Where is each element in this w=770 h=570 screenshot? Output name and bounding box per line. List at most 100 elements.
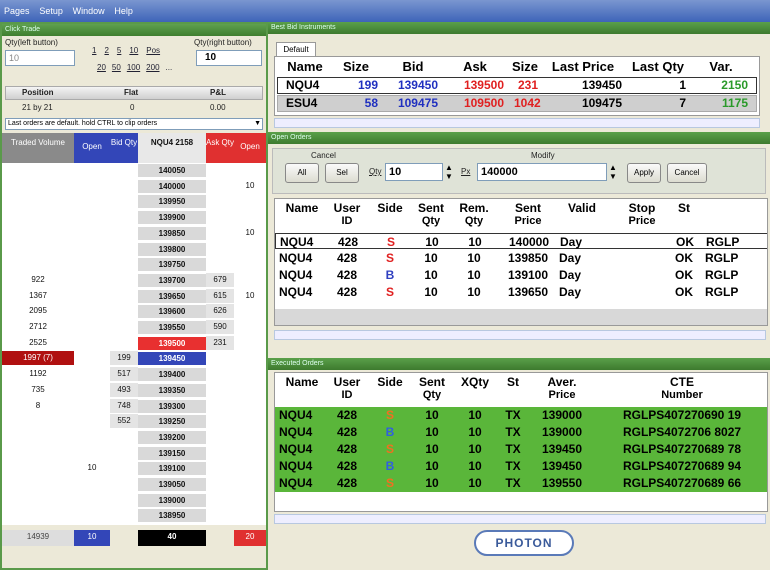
executed-scrollbar[interactable] bbox=[274, 514, 766, 524]
open-order-row[interactable]: NQU4 428 S 10 10 139650 Day OK RGLP bbox=[275, 284, 767, 300]
price-spinner-icon[interactable]: ▲ ▼ bbox=[609, 163, 617, 181]
ladder-cell-price[interactable]: 139350 bbox=[138, 382, 206, 397]
cancel-all-button[interactable]: All bbox=[285, 163, 319, 183]
ladder-cell-open-bid[interactable] bbox=[74, 493, 110, 507]
ladder-cell-open-bid[interactable] bbox=[74, 336, 110, 350]
ladder-cell-open-ask[interactable]: 10 bbox=[234, 289, 266, 303]
executed-order-row[interactable]: NQU4 428 B 10 10 TX 139450 RGLPS407270689 94 bbox=[275, 458, 767, 475]
ladder-cell-price[interactable]: 139900 bbox=[138, 210, 206, 225]
qty-btn-100[interactable]: 100 bbox=[124, 63, 143, 72]
ladder-cell-price[interactable]: 139950 bbox=[138, 194, 206, 209]
best-bid-scrollbar[interactable] bbox=[274, 118, 760, 128]
ladder-cell-open-ask[interactable] bbox=[234, 210, 266, 224]
ladder-cell-open-ask[interactable] bbox=[234, 273, 266, 287]
qty-btn-5[interactable]: 5 bbox=[113, 46, 125, 55]
ladder-cell-open-bid[interactable] bbox=[74, 383, 110, 397]
tab-default[interactable]: Default bbox=[276, 42, 316, 56]
ladder-cell-open-ask[interactable] bbox=[234, 336, 266, 350]
ladder-cell-price[interactable]: 138950 bbox=[138, 508, 206, 523]
ladder-cell-price[interactable]: 139750 bbox=[138, 257, 206, 272]
menu-setup[interactable]: Setup bbox=[35, 0, 66, 16]
qty-spinner-icon[interactable]: ▲ ▼ bbox=[445, 163, 453, 181]
qty-btn-20[interactable]: 20 bbox=[94, 63, 109, 72]
ladder-cell-open-ask[interactable] bbox=[234, 461, 266, 475]
ladder-cell-open-bid[interactable] bbox=[74, 179, 110, 193]
order-mode-select[interactable]: Last orders are default. hold CTRL to cl… bbox=[5, 118, 263, 130]
ladder-cell-open-bid[interactable] bbox=[74, 399, 110, 413]
executed-order-row[interactable]: NQU4 428 S 10 10 TX 139450 RGLPS407270689 78 bbox=[275, 441, 767, 458]
ladder-cell-price[interactable]: 139500 bbox=[138, 335, 206, 350]
executed-order-row[interactable]: NQU4 428 S 10 10 TX 139550 RGLPS407270689 66 bbox=[275, 475, 767, 492]
ladder-cell-price[interactable]: 139450 bbox=[138, 351, 206, 366]
ladder-cell-price[interactable]: 139400 bbox=[138, 367, 206, 382]
ladder-cell-open-ask[interactable] bbox=[234, 257, 266, 271]
ladder-cell-open-bid[interactable] bbox=[74, 226, 110, 240]
ladder-cell-open-bid[interactable] bbox=[74, 194, 110, 208]
ladder-cell-open-ask[interactable] bbox=[234, 477, 266, 491]
qty-btn-2[interactable]: 2 bbox=[100, 46, 112, 55]
ladder-cell-price[interactable]: 139700 bbox=[138, 272, 206, 287]
ladder-cell-price[interactable]: 139800 bbox=[138, 241, 206, 256]
ladder-cell-price[interactable]: 139650 bbox=[138, 288, 206, 303]
qty-btn-more[interactable]: ... bbox=[163, 63, 176, 72]
ladder-cell-price[interactable]: 139050 bbox=[138, 477, 206, 491]
ladder-cell-price[interactable]: 139250 bbox=[138, 414, 206, 429]
ladder-cell-open-bid[interactable] bbox=[74, 242, 110, 256]
ladder-cell-open-bid[interactable]: 10 bbox=[74, 461, 110, 475]
ladder-cell-open-bid[interactable] bbox=[74, 273, 110, 287]
ladder-cell-open-bid[interactable] bbox=[74, 414, 110, 428]
ladder-cell-price[interactable]: 139000 bbox=[138, 492, 206, 507]
executed-order-row[interactable]: NQU4 428 B 10 10 TX 139000 RGLPS4072706 8027 bbox=[275, 424, 767, 441]
ladder-cell-price[interactable]: 139550 bbox=[138, 320, 206, 334]
ladder-cell-price[interactable]: 140000 bbox=[138, 178, 206, 193]
executed-order-row[interactable]: NQU4 428 S 10 10 TX 139000 RGLPS407270690 19 bbox=[275, 407, 767, 424]
qty-left-field[interactable]: 10 bbox=[5, 50, 75, 66]
menu-window[interactable]: Window bbox=[69, 0, 108, 16]
apply-button[interactable]: Apply bbox=[627, 163, 661, 183]
menu-help[interactable]: Help bbox=[110, 0, 136, 16]
qty-btn-50[interactable]: 50 bbox=[109, 63, 124, 72]
ladder-cell-open-ask[interactable] bbox=[234, 304, 266, 318]
open-order-row[interactable]: NQU4 428 S 10 10 140000 Day OK RGLP bbox=[275, 233, 767, 249]
ladder-cell-open-bid[interactable] bbox=[74, 430, 110, 444]
ladder-cell-price[interactable]: 139300 bbox=[138, 398, 206, 413]
ladder-cell-open-ask[interactable] bbox=[234, 508, 266, 522]
ladder-cell-price[interactable]: 139200 bbox=[138, 429, 206, 444]
chevron-down-icon[interactable]: ▼ bbox=[254, 119, 261, 129]
ladder-cell-open-ask[interactable] bbox=[234, 351, 266, 365]
ladder-cell-open-ask[interactable] bbox=[234, 242, 266, 256]
ladder-cell-open-ask[interactable] bbox=[234, 163, 266, 177]
ladder-cell-open-ask[interactable]: 10 bbox=[234, 226, 266, 240]
ladder-cell-price[interactable]: 139850 bbox=[138, 225, 206, 240]
best-row[interactable]: NQU4 199 139450 139500 231 139450 1 2150 bbox=[277, 77, 757, 94]
open-orders-scrollbar[interactable] bbox=[274, 330, 766, 340]
ladder-cell-open-bid[interactable] bbox=[74, 477, 110, 491]
ladder-cell-open-bid[interactable] bbox=[74, 257, 110, 271]
ladder-cell-open-ask[interactable] bbox=[234, 383, 266, 397]
ladder-cell-price[interactable]: 140050 bbox=[138, 163, 206, 177]
ladder-cell-open-bid[interactable] bbox=[74, 446, 110, 460]
qty-btn-pos[interactable]: Pos bbox=[142, 46, 164, 55]
ladder-cell-open-ask[interactable] bbox=[234, 493, 266, 507]
ladder-cell-open-ask[interactable] bbox=[234, 430, 266, 444]
ladder-cell-open-bid[interactable] bbox=[74, 508, 110, 522]
open-order-row[interactable]: NQU4 428 S 10 10 139850 Day OK RGLP bbox=[275, 250, 767, 266]
ladder-cell-open-ask[interactable] bbox=[234, 367, 266, 381]
modify-qty-input[interactable]: 10 bbox=[385, 163, 443, 181]
ladder-cell-open-bid[interactable] bbox=[74, 351, 110, 365]
ladder-cell-open-bid[interactable] bbox=[74, 163, 110, 177]
ladder-cell-open-bid[interactable] bbox=[74, 320, 110, 334]
ladder-cell-open-ask[interactable] bbox=[234, 446, 266, 460]
ladder-cell-open-bid[interactable] bbox=[74, 367, 110, 381]
qty-btn-200[interactable]: 200 bbox=[143, 63, 162, 72]
ladder-cell-open-ask[interactable] bbox=[234, 414, 266, 428]
modify-cancel-button[interactable]: Cancel bbox=[667, 163, 707, 183]
qty-btn-1[interactable]: 1 bbox=[88, 46, 100, 55]
ladder-cell-open-bid[interactable] bbox=[74, 210, 110, 224]
cancel-selected-button[interactable]: Sel bbox=[325, 163, 359, 183]
ladder-cell-open-ask[interactable] bbox=[234, 194, 266, 208]
ladder-cell-open-ask[interactable] bbox=[234, 320, 266, 334]
qty-right-field[interactable]: 10 bbox=[196, 50, 262, 66]
ladder-cell-price[interactable]: 139100 bbox=[138, 461, 206, 476]
ladder-cell-price[interactable]: 139600 bbox=[138, 304, 206, 319]
